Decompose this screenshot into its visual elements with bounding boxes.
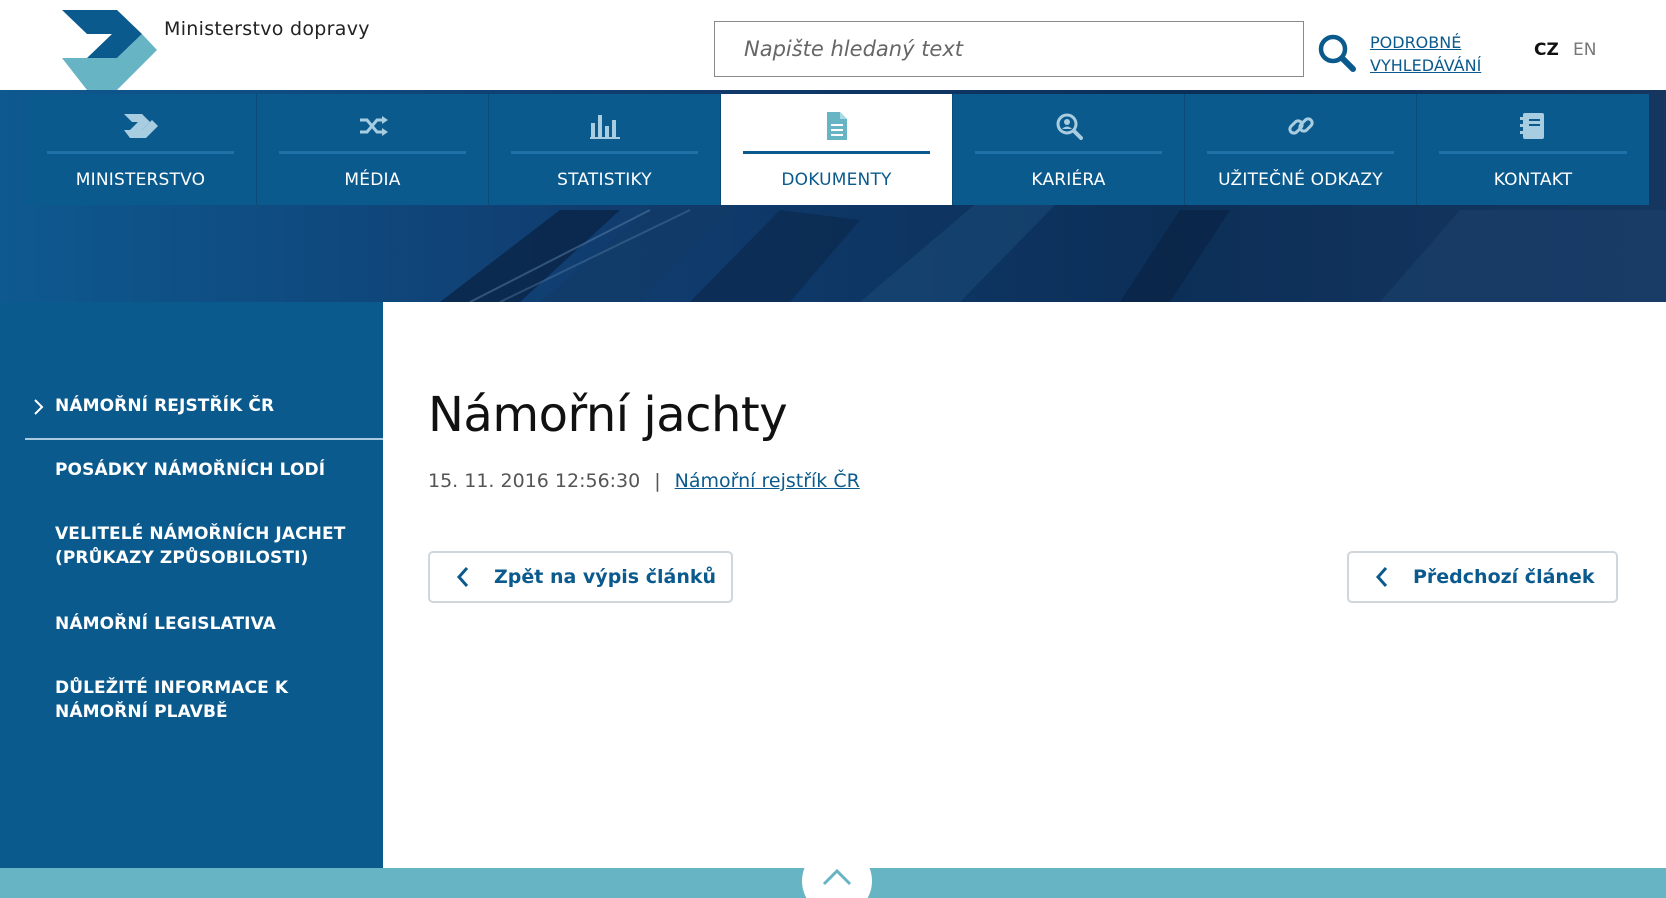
advanced-search-line-1: PODROBNÉ bbox=[1370, 33, 1462, 52]
article-date: 15. 11. 2016 12:56:30 bbox=[428, 470, 641, 492]
nav-label: STATISTIKY bbox=[557, 170, 652, 190]
nav-underline bbox=[47, 151, 234, 154]
advanced-search-line-2: VYHLEDÁVÁNÍ bbox=[1370, 56, 1482, 75]
chevron-left-icon bbox=[456, 567, 469, 587]
nav-underline bbox=[1439, 151, 1627, 154]
nav-item-kontakt[interactable]: KONTAKT bbox=[1417, 94, 1649, 205]
link-icon bbox=[1287, 117, 1314, 135]
back-to-list-button[interactable]: Zpět na výpis článků bbox=[428, 551, 733, 603]
sidebar-item-dulezite-informace[interactable]: DŮLEŽITÉ INFORMACE K NÁMOŘNÍ PLAVBĚ bbox=[55, 676, 288, 724]
article-meta: 15. 11. 2016 12:56:30 | Námořní rejstřík Č… bbox=[428, 470, 860, 492]
chevron-left-icon bbox=[1375, 567, 1388, 587]
chevron-right-icon bbox=[34, 399, 44, 415]
nav-label: KONTAKT bbox=[1493, 170, 1573, 190]
sidebar-item-legislativa[interactable]: NÁMOŘNÍ LEGISLATIVA bbox=[55, 612, 276, 636]
search-box[interactable] bbox=[714, 21, 1304, 77]
previous-article-button[interactable]: Předchozí článek bbox=[1347, 551, 1618, 603]
nav-item-uzitecne-odkazy[interactable]: UŽITEČNÉ ODKAZY bbox=[1185, 94, 1417, 205]
meta-separator: | bbox=[654, 470, 661, 492]
sidebar-item-label-line: DŮLEŽITÉ INFORMACE K bbox=[55, 678, 289, 698]
brand-name: Ministerstvo dopravy bbox=[164, 18, 370, 40]
nav-label: MINISTERSTVO bbox=[75, 170, 206, 190]
nav-label: UŽITEČNÉ ODKAZY bbox=[1218, 170, 1383, 190]
main-navigation: MINISTERSTVO MÉDIA STATISTIKY DOKUMENTY … bbox=[25, 94, 1649, 205]
sidebar-item-label-line: VELITELÉ NÁMOŘNÍCH JACHET bbox=[55, 524, 346, 544]
sidebar-item-posadky[interactable]: POSÁDKY NÁMOŘNÍCH LODÍ bbox=[55, 458, 325, 482]
category-link[interactable]: Námořní rejstřík ČR bbox=[675, 470, 860, 492]
nav-underline bbox=[511, 151, 698, 154]
search-input[interactable] bbox=[715, 22, 1303, 76]
nav-item-statistiky[interactable]: STATISTIKY bbox=[489, 94, 721, 205]
arrow-logo-icon bbox=[123, 114, 158, 138]
sidebar-item-namorni-rejstrik[interactable]: NÁMOŘNÍ REJSTŘÍK ČR bbox=[55, 394, 274, 418]
nav-item-dokumenty[interactable]: DOKUMENTY bbox=[721, 94, 953, 205]
lang-en[interactable]: EN bbox=[1573, 40, 1596, 60]
nav-item-media[interactable]: MÉDIA bbox=[257, 94, 489, 205]
page-title: Námořní jachty bbox=[428, 387, 788, 443]
site-header: Ministerstvo dopravy PODROBNÉ VYHLEDÁVÁN… bbox=[0, 0, 1666, 100]
previous-button-label: Předchozí článek bbox=[1413, 566, 1595, 588]
lang-cz[interactable]: CZ bbox=[1534, 40, 1559, 60]
address-book-icon bbox=[1520, 113, 1544, 139]
nav-underline bbox=[279, 151, 466, 154]
sidebar: NÁMOŘNÍ REJSTŘÍK ČR POSÁDKY NÁMOŘNÍCH LO… bbox=[0, 302, 383, 868]
sidebar-item-label-line: (PRŮKAZY ZPŮSOBILOSTI) bbox=[55, 548, 309, 568]
ministry-logo[interactable] bbox=[62, 10, 172, 90]
nav-underline bbox=[1207, 151, 1394, 154]
back-button-label: Zpět na výpis článků bbox=[494, 566, 717, 588]
sidebar-item-label-line: NÁMOŘNÍ PLAVBĚ bbox=[55, 702, 228, 722]
nav-label: DOKUMENTY bbox=[781, 170, 892, 190]
sidebar-divider bbox=[25, 438, 383, 440]
nav-underline bbox=[975, 151, 1162, 154]
nav-label: MÉDIA bbox=[344, 170, 401, 190]
search-person-icon bbox=[1056, 113, 1083, 140]
advanced-search-link[interactable]: PODROBNÉ VYHLEDÁVÁNÍ bbox=[1370, 31, 1481, 77]
nav-label: KARIÉRA bbox=[1031, 170, 1106, 190]
nav-item-ministerstvo[interactable]: MINISTERSTVO bbox=[25, 94, 257, 205]
sidebar-item-velitele[interactable]: VELITELÉ NÁMOŘNÍCH JACHET (PRŮKAZY ZPŮSO… bbox=[55, 522, 345, 570]
shuffle-icon bbox=[359, 116, 388, 136]
search-icon[interactable] bbox=[1315, 31, 1359, 75]
bar-chart-icon bbox=[589, 115, 620, 139]
nav-underline bbox=[743, 151, 930, 154]
document-icon bbox=[826, 112, 847, 140]
scroll-to-top-button[interactable] bbox=[802, 846, 872, 898]
chevron-up-icon bbox=[822, 868, 852, 886]
nav-item-kariera[interactable]: KARIÉRA bbox=[953, 94, 1185, 205]
